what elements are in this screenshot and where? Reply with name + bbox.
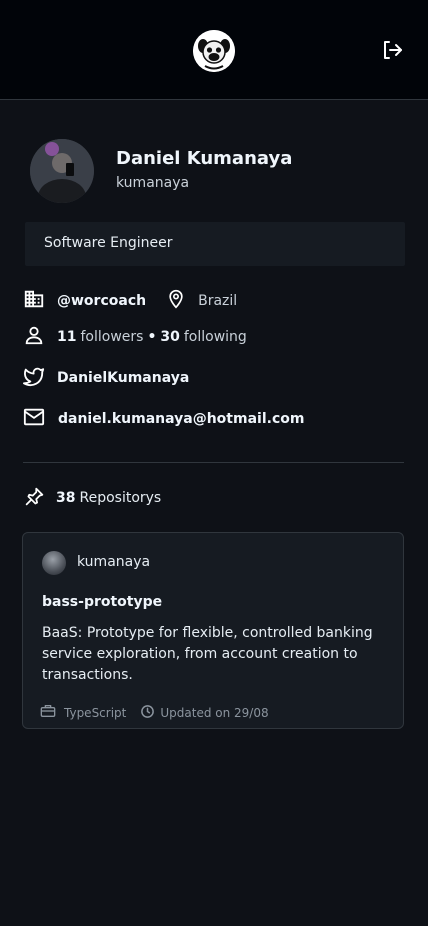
company-row: @worcoach Brazil xyxy=(23,289,237,313)
profile-name: Daniel Kumanaya xyxy=(116,148,293,169)
repositories-row: 38 Repositorys xyxy=(24,486,161,510)
email-row: daniel.kumanaya@hotmail.com xyxy=(23,407,304,431)
location-label: Brazil xyxy=(198,293,238,309)
repository-card[interactable]: kumanaya bass-prototype BaaS: Prototype … xyxy=(22,532,404,729)
followers-label[interactable]: followers xyxy=(80,329,143,345)
logout-icon[interactable] xyxy=(380,38,404,62)
clock-icon xyxy=(140,704,155,722)
following-count[interactable]: 30 xyxy=(160,329,179,345)
email-address[interactable]: daniel.kumanaya@hotmail.com xyxy=(58,411,304,427)
company-label: @worcoach xyxy=(57,293,147,309)
owner-avatar xyxy=(42,551,66,575)
repositories-count: 38 xyxy=(56,490,76,506)
profile-bio: Software Engineer xyxy=(25,222,405,266)
following-label[interactable]: following xyxy=(184,329,247,345)
profile-login: kumanaya xyxy=(116,175,190,191)
repo-updated: Updated on 29/08 xyxy=(160,705,269,720)
avatar xyxy=(30,139,94,203)
divider xyxy=(23,462,404,463)
pug-logo-icon[interactable] xyxy=(193,30,235,72)
twitter-row: DanielKumanaya xyxy=(23,366,189,390)
briefcase-icon xyxy=(39,703,57,722)
separator-dot: • xyxy=(147,329,157,345)
mail-icon xyxy=(23,406,45,432)
repo-title[interactable]: bass-prototype xyxy=(42,594,162,610)
top-bar xyxy=(0,0,428,100)
repo-language: TypeScript xyxy=(64,705,127,720)
repositories-label: Repositorys xyxy=(79,490,162,506)
twitter-handle[interactable]: DanielKumanaya xyxy=(57,370,189,386)
location-icon xyxy=(166,288,186,314)
repo-meta: TypeScript Updated on 29/08 xyxy=(39,703,269,722)
followers-row: 11 followers • 30 following xyxy=(23,325,247,349)
pin-icon xyxy=(24,486,45,511)
followers-count[interactable]: 11 xyxy=(57,329,76,345)
repo-owner: kumanaya xyxy=(77,554,151,570)
repo-description: BaaS: Prototype for flexible, controlled… xyxy=(42,625,373,683)
user-icon xyxy=(23,324,45,350)
building-icon xyxy=(23,288,45,314)
twitter-icon xyxy=(23,365,45,391)
